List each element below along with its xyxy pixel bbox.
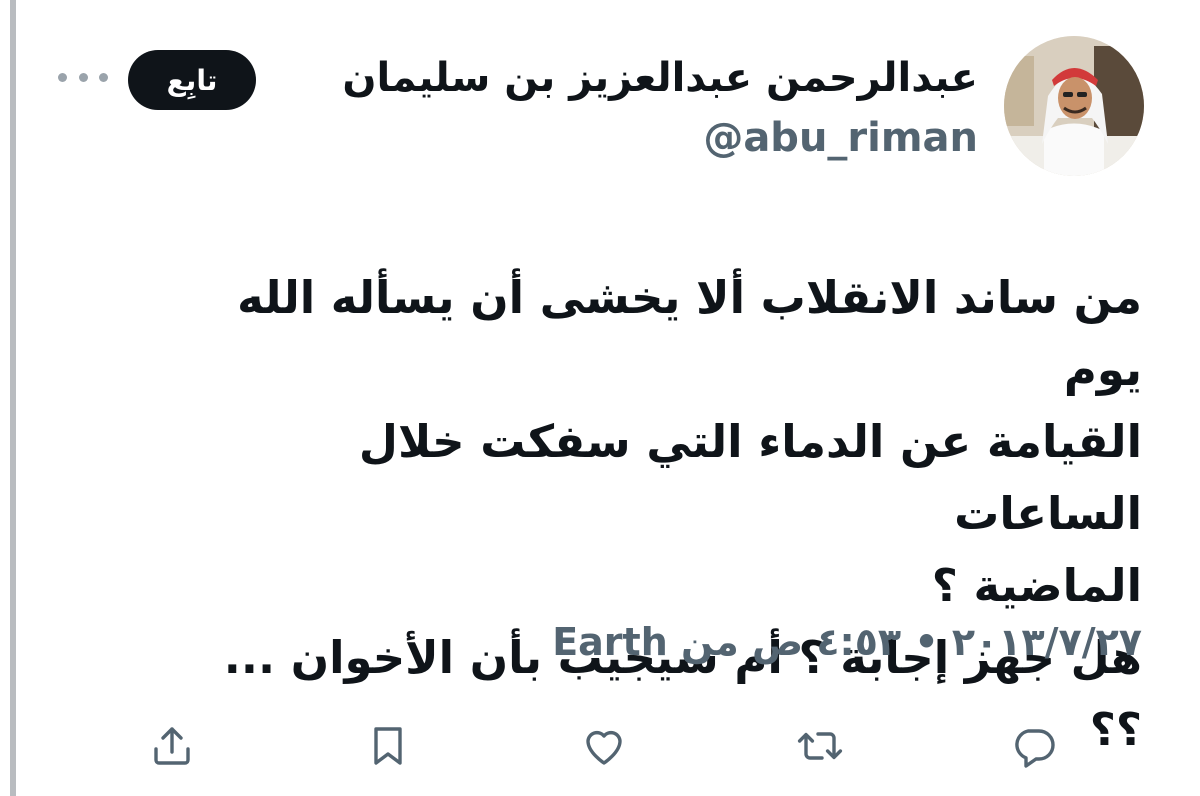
- more-dot-icon: [99, 72, 108, 82]
- more-options-button[interactable]: [58, 64, 108, 90]
- follow-button[interactable]: تابِع: [128, 50, 256, 110]
- retweet-button[interactable]: [792, 716, 848, 776]
- share-icon: [154, 727, 190, 765]
- heart-icon: [586, 730, 622, 765]
- tweet-source[interactable]: Earth: [552, 620, 668, 664]
- source-prefix: من: [681, 620, 739, 664]
- retweet-icon: [797, 732, 843, 760]
- tweet-date[interactable]: ٢٠١٣/٧/٢٧: [952, 620, 1142, 664]
- tweet-text: من ساند الانقلاب ألا يخشى أن يسأله الله …: [223, 271, 1142, 756]
- more-dot-icon: [78, 72, 88, 82]
- avatar[interactable]: [1004, 36, 1144, 176]
- meta-separator: •: [914, 620, 939, 664]
- reply-button[interactable]: [1006, 716, 1062, 776]
- more-dot-icon: [58, 72, 67, 82]
- share-button[interactable]: [144, 716, 200, 776]
- action-bar: [0, 716, 1200, 776]
- author-display-name[interactable]: عبدالرحمن عبدالعزيز بن سليمان: [342, 52, 978, 104]
- avatar-image: [1004, 36, 1144, 176]
- bookmark-icon: [374, 727, 402, 765]
- author-handle[interactable]: @abu_riman: [703, 112, 978, 164]
- bookmark-button[interactable]: [360, 716, 416, 776]
- like-button[interactable]: [576, 716, 632, 776]
- tweet-time[interactable]: ٤:٥٣ ص: [752, 620, 901, 664]
- tweet-metadata: ٢٠١٣/٧/٢٧ • ٤:٥٣ ص من Earth: [552, 616, 1142, 668]
- reply-icon: [1015, 729, 1055, 768]
- left-border: [10, 0, 16, 796]
